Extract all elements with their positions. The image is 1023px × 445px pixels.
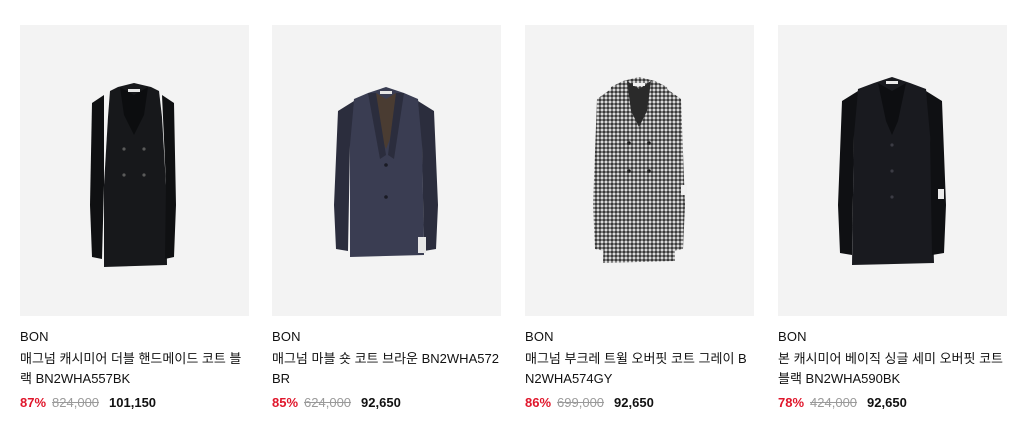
product-image[interactable]: [525, 25, 754, 316]
brand-name: BON: [525, 329, 554, 344]
discount-rate: 86%: [525, 395, 552, 410]
price-row: 87% 824,000 101,150: [20, 395, 156, 410]
product-card[interactable]: BON 본 캐시미어 베이직 싱글 세미 오버핏 코트 블랙 BN2WHA590…: [778, 25, 1007, 425]
product-name[interactable]: 매그넘 부크레 트윌 오버핏 코트 그레이 BN2WHA574GY: [525, 349, 754, 389]
price-row: 86% 699,000 92,650: [525, 395, 654, 410]
coat-image-long-double: [90, 83, 176, 267]
price-row: 85% 624,000 92,650: [272, 395, 401, 410]
product-card[interactable]: BON 매그넘 부크레 트윌 오버핏 코트 그레이 BN2WHA574GY 86…: [525, 25, 754, 425]
sale-price: 92,650: [614, 395, 654, 410]
product-image[interactable]: [272, 25, 501, 316]
product-grid: BON 매그넘 캐시미어 더블 핸드메이드 코트 블랙 BN2WHA557BK …: [20, 25, 1007, 425]
discount-rate: 85%: [272, 395, 299, 410]
product-card[interactable]: BON 매그넘 캐시미어 더블 핸드메이드 코트 블랙 BN2WHA557BK …: [20, 25, 249, 425]
product-image[interactable]: [778, 25, 1007, 316]
brand-name: BON: [778, 329, 807, 344]
original-price: 624,000: [304, 395, 352, 410]
original-price: 824,000: [52, 395, 100, 410]
original-price: 424,000: [810, 395, 858, 410]
coat-image-short-marble: [334, 87, 438, 257]
sale-price: 92,650: [867, 395, 907, 410]
coat-image-single-black: [838, 77, 946, 265]
product-name[interactable]: 매그넘 캐시미어 더블 핸드메이드 코트 블랙 BN2WHA557BK: [20, 349, 249, 389]
product-card[interactable]: BON 매그넘 마블 숏 코트 브라운 BN2WHA572BR 85% 624,…: [272, 25, 501, 425]
discount-rate: 87%: [20, 395, 47, 410]
price-row: 78% 424,000 92,650: [778, 395, 907, 410]
product-name[interactable]: 매그넘 마블 숏 코트 브라운 BN2WHA572BR: [272, 349, 501, 389]
product-image[interactable]: [20, 25, 249, 316]
discount-rate: 78%: [778, 395, 805, 410]
brand-name: BON: [272, 329, 301, 344]
sale-price: 92,650: [361, 395, 401, 410]
product-name[interactable]: 본 캐시미어 베이직 싱글 세미 오버핏 코트 블랙 BN2WHA590BK: [778, 349, 1007, 389]
sale-price: 101,150: [109, 395, 157, 410]
brand-name: BON: [20, 329, 49, 344]
original-price: 699,000: [557, 395, 605, 410]
coat-image-boucle-grey: [593, 77, 687, 263]
